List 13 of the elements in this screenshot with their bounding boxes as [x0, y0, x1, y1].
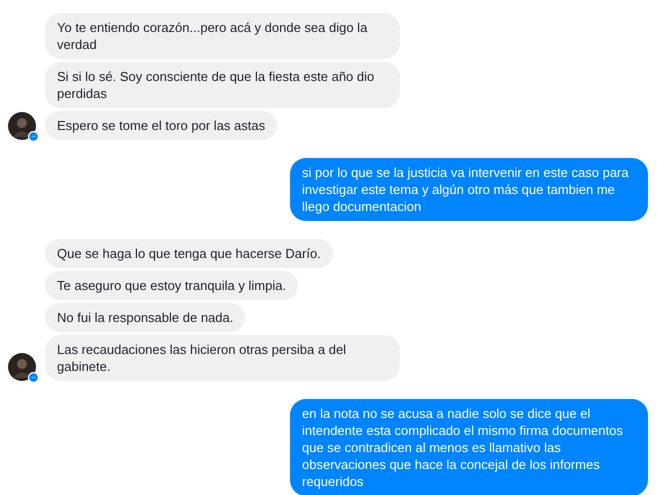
message-bubble: Que se haga lo que tenga que hacerse Darío. [45, 239, 333, 268]
avatar [8, 353, 36, 381]
avatar [8, 112, 36, 140]
message-bubble: No fui la responsable de nada. [45, 303, 246, 332]
message-bubble: Si si lo sé. Soy consciente de que la fiesta este año dio perdidas [45, 62, 400, 108]
message-bubble: en la nota no se acusa a nadie solo se dice que el intendente esta complicado el mismo firma documentos que se contradicen al menos es llamativo las observaciones que hace la concejal de los informes requeridos [290, 399, 648, 495]
messenger-badge-icon [28, 131, 39, 142]
message-bubble: Espero se tome el toro por las astas [45, 111, 278, 140]
message-bubble: Yo te entiendo corazón...pero acá y donde sea digo la verdad [45, 13, 400, 59]
message-bubble: si por lo que se la justicia va intervenir en este caso para investigar este tema y algún otro más que tambien me llego documentacion [290, 158, 648, 221]
message-bubble: Te aseguro que estoy tranquila y limpia. [45, 271, 298, 300]
message-bubble: Las recaudaciones las hicieron otras persiba a del gabinete. [45, 335, 400, 381]
messenger-badge-icon [28, 372, 39, 383]
